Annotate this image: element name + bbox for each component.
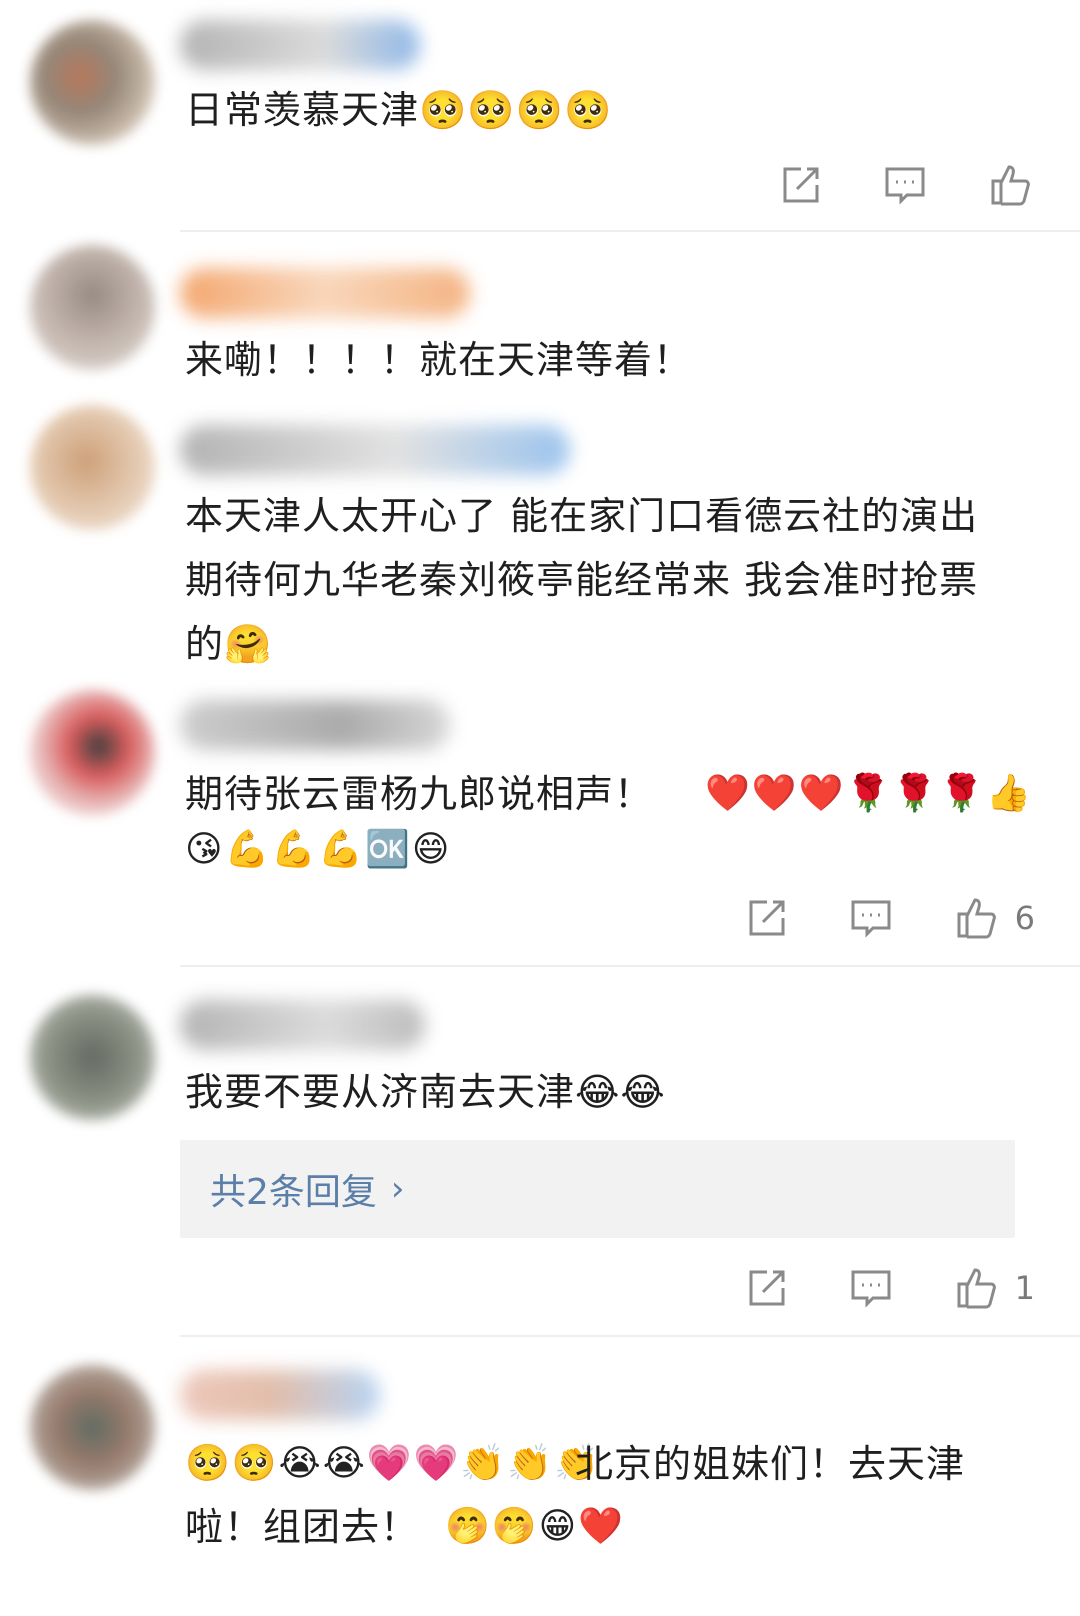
like-button[interactable] (987, 161, 1035, 209)
share-button[interactable] (745, 896, 789, 940)
like-count: 6 (1014, 899, 1035, 937)
username-blurred[interactable] (180, 425, 570, 475)
view-replies-button[interactable]: 共2条回复 › (180, 1140, 1015, 1238)
share-button[interactable] (745, 1266, 789, 1310)
comment-icon (883, 163, 927, 207)
avatar[interactable] (30, 690, 155, 815)
like-icon (987, 161, 1035, 209)
comment-text: 来嘞！！！！就在天津等着！ (185, 338, 693, 382)
comment-text: 期待张云雷杨九郎说相声！ (185, 772, 654, 816)
avatar[interactable] (30, 245, 155, 370)
avatar[interactable] (30, 20, 155, 145)
divider (180, 230, 1080, 232)
like-icon (953, 1264, 1001, 1312)
comment-text: 日常羡慕天津🥺🥺🥺🥺 (185, 88, 613, 132)
like-button[interactable]: 6 (953, 894, 1035, 942)
emoji-row: 🥺🥺🥺🥺 (419, 88, 613, 132)
emoji-row: 😘💪💪💪🆗😄 (185, 829, 452, 870)
divider (180, 965, 1080, 967)
comment-actions (779, 155, 1035, 215)
username-blurred[interactable] (180, 700, 450, 750)
comment-icon (849, 1266, 893, 1310)
username-blurred[interactable] (180, 268, 470, 318)
replies-label: 共2条回复 (210, 1172, 377, 1213)
avatar[interactable] (30, 405, 155, 530)
like-icon (953, 894, 1001, 942)
chevron-right-icon: › (390, 1169, 405, 1209)
share-icon (745, 1266, 789, 1310)
emoji-row: 🤭🤭😁❤️ (445, 1506, 626, 1547)
comment-actions: 6 (745, 888, 1035, 948)
emoji-row: 🥺🥺😭😭💗💗👏👏👏 (185, 1443, 601, 1484)
comment-text: 北京的姐妹们！去天津 (575, 1442, 966, 1486)
username-blurred[interactable] (180, 1370, 380, 1420)
comment-text: 本天津人太开心了 能在家门口看德云社的演出 期待何九华老秦刘筱亭能经常来 我会准… (185, 494, 979, 666)
divider (180, 1335, 1080, 1337)
avatar[interactable] (30, 1365, 155, 1490)
comment-text: 我要不要从济南去天津😂😂 (185, 1070, 666, 1114)
comment-text: 啦！组团去！ (185, 1505, 420, 1549)
comment-button[interactable] (883, 163, 927, 207)
share-button[interactable] (779, 163, 823, 207)
like-button[interactable]: 1 (953, 1264, 1035, 1312)
avatar[interactable] (30, 995, 155, 1120)
username-blurred[interactable] (180, 20, 420, 70)
username-blurred[interactable] (180, 1000, 425, 1050)
comment-button[interactable] (849, 1266, 893, 1310)
share-icon (745, 896, 789, 940)
share-icon (779, 163, 823, 207)
comment-button[interactable] (849, 896, 893, 940)
like-count: 1 (1014, 1269, 1035, 1307)
emoji-row: ❤️❤️❤️🌹🌹🌹👍 (705, 773, 1033, 814)
comment-icon (849, 896, 893, 940)
comment-actions: 1 (745, 1258, 1035, 1318)
comment-feed: 日常羡慕天津🥺🥺🥺🥺 来嘞！！！！就在天津等着！ 本天津人太开心了 能在家门口看… (0, 0, 1080, 1616)
